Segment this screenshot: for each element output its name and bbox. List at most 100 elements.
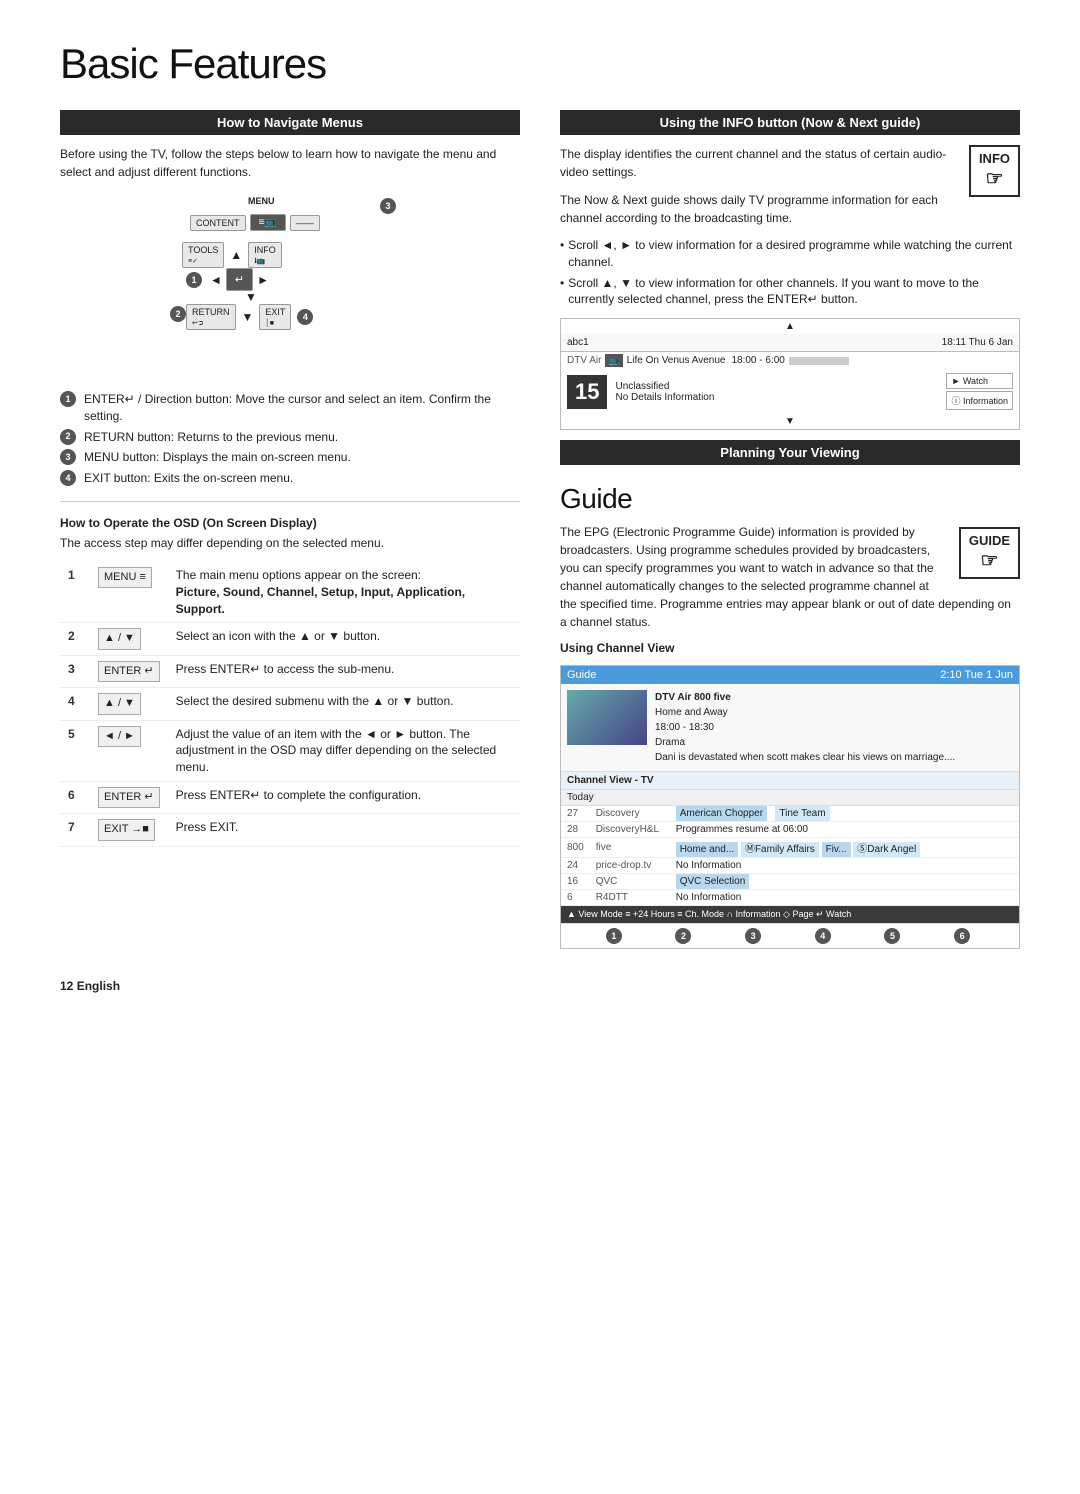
guide-para: The EPG (Electronic Programme Guide) inf… bbox=[560, 523, 1020, 631]
ch-prog-27-2: Tine Team bbox=[775, 806, 829, 821]
ch-prog-800-2: ⓂFamily Affairs bbox=[741, 842, 819, 857]
guide-preview-image bbox=[567, 690, 647, 745]
progress-bar bbox=[789, 357, 849, 365]
watch-btn[interactable]: ► Watch bbox=[946, 373, 1013, 389]
nav-section: How to Navigate Menus Before using the T… bbox=[60, 110, 520, 487]
return-btn: RETURN↩➲ bbox=[186, 304, 236, 330]
programme-name: Life On Venus Avenue bbox=[627, 355, 726, 366]
using-channel-view-label: Using Channel View bbox=[560, 641, 1020, 655]
ch-name: abc1 bbox=[567, 337, 589, 348]
info-bullet-2: • Scroll ▲, ▼ to view information for ot… bbox=[560, 275, 1020, 309]
guide-title: Guide bbox=[560, 483, 1020, 515]
ch-prog-800: Home and... ⓂFamily Affairs Fiv... ⓈDark… bbox=[670, 838, 1019, 858]
menu-label: MENU bbox=[248, 196, 275, 206]
info-bullets: • Scroll ◄, ► to view information for a … bbox=[560, 237, 1020, 308]
guide-callout-1: 1 bbox=[606, 928, 622, 944]
callout-num-3: 3 bbox=[60, 449, 76, 465]
guide-callout-4: 4 bbox=[815, 928, 831, 944]
ch-prog-800-1: Home and... bbox=[676, 842, 738, 857]
ch-prog-6: No Information bbox=[670, 890, 1019, 906]
planning-section: Planning Your Viewing bbox=[560, 440, 1020, 465]
time-range: 18:00 - 6:00 bbox=[731, 355, 784, 366]
osd-desc-4: Select the desired submenu with the ▲ or… bbox=[168, 688, 520, 720]
bullet-dot-1: • bbox=[560, 237, 564, 254]
dpad-down: ▼ bbox=[245, 290, 257, 304]
ch-num-28: 28 bbox=[561, 822, 590, 838]
callout-4: 4 bbox=[297, 309, 313, 325]
osd-desc-3: Press ENTER↵ to access the sub-menu. bbox=[168, 655, 520, 687]
dtv-air-label: DTV Air bbox=[567, 355, 601, 366]
ch-up-arrow: ▲ bbox=[561, 319, 1019, 334]
ch-prog-28-1: Programmes resume at 06:00 bbox=[676, 824, 808, 835]
ch-num-27: 27 bbox=[561, 806, 590, 822]
preview-channel: DTV Air 800 five bbox=[655, 690, 955, 705]
right-column: Using the INFO button (Now & Next guide)… bbox=[560, 110, 1020, 949]
channel-info-box: ▲ abc1 18:11 Thu 6 Jan DTV Air 📺 Life On… bbox=[560, 318, 1020, 430]
osd-desc-1: The main menu options appear on the scre… bbox=[168, 562, 520, 623]
osd-num-1: 1 bbox=[60, 562, 90, 623]
osd-row-1: 1 MENU ≡ The main menu options appear on… bbox=[60, 562, 520, 623]
callout-num-2: 2 bbox=[60, 429, 76, 445]
ch-prog-27: American Chopper Tine Team bbox=[670, 806, 1019, 822]
remote-dpad-row: 1 ◄ ↵ ► bbox=[186, 268, 269, 291]
osd-row-4: 4 ▲ / ▼ Select the desired submenu with … bbox=[60, 688, 520, 720]
callout-num-1: 1 bbox=[60, 391, 76, 407]
callout-3: 3 bbox=[380, 198, 400, 214]
guide-ch-row-16: 16 QVC QVC Selection bbox=[561, 874, 1019, 890]
guide-ch-row-28: 28 DiscoveryH&L Programmes resume at 06:… bbox=[561, 822, 1019, 838]
guide-channel-list: 27 Discovery American Chopper Tine Team … bbox=[561, 806, 1019, 906]
osd-key-3: ENTER ↵ bbox=[90, 655, 168, 687]
guide-footer-text: ▲ View Mode ≡ +24 Hours ≡ Ch. Mode ∩ Inf… bbox=[567, 909, 851, 920]
ch-down-arrow: ▼ bbox=[561, 414, 1019, 429]
guide-header-left: Guide bbox=[567, 669, 596, 681]
osd-title: How to Operate the OSD (On Screen Displa… bbox=[60, 516, 520, 530]
bullet-1-text: ENTER↵ / Direction button: Move the curs… bbox=[84, 391, 520, 425]
info-finger-icon: ☞ bbox=[979, 166, 1010, 191]
info-section-header: Using the INFO button (Now & Next guide) bbox=[560, 110, 1020, 135]
unclassified-label: Unclassified bbox=[615, 381, 942, 392]
bullet-3-text: MENU button: Displays the main on-screen… bbox=[84, 449, 351, 466]
channel-row-inner: DTV Air 📺 Life On Venus Avenue 18:00 - 6… bbox=[567, 354, 1013, 367]
guide-icon-label: GUIDE bbox=[969, 533, 1010, 548]
info-bullet-2-text: Scroll ▲, ▼ to view information for othe… bbox=[568, 275, 1020, 309]
guide-table-header: Guide 2:10 Tue 1 Jun bbox=[561, 666, 1019, 684]
right-arrow: ► bbox=[257, 273, 269, 287]
info-bullet-1-text: Scroll ◄, ► to view information for a de… bbox=[568, 237, 1020, 271]
guide-section: Guide GUIDE ☞ The EPG (Electronic Progra… bbox=[560, 483, 1020, 949]
osd-subtitle: The access step may differ depending on … bbox=[60, 534, 520, 552]
guide-ch-row-27: 27 Discovery American Chopper Tine Team bbox=[561, 806, 1019, 822]
channel-num-big: 15 bbox=[567, 375, 607, 409]
ch-prog-16: QVC Selection bbox=[670, 874, 1019, 890]
ch-name-28: DiscoveryH&L bbox=[590, 822, 670, 838]
ch-num-6: 6 bbox=[561, 890, 590, 906]
guide-footer: ▲ View Mode ≡ +24 Hours ≡ Ch. Mode ∩ Inf… bbox=[561, 906, 1019, 923]
osd-row-6: 6 ENTER ↵ Press ENTER↵ to complete the c… bbox=[60, 781, 520, 813]
guide-preview: DTV Air 800 five Home and Away 18:00 - 1… bbox=[561, 684, 1019, 772]
exit-btn-remote: EXIT│■ bbox=[259, 304, 291, 330]
ch-prog-24: No Information bbox=[670, 858, 1019, 874]
left-column: How to Navigate Menus Before using the T… bbox=[60, 110, 520, 949]
page-title: Basic Features bbox=[60, 40, 1020, 88]
ch-prog-27-1: American Chopper bbox=[676, 806, 767, 821]
osd-num-5: 5 bbox=[60, 720, 90, 781]
ch-prog-800-4: ⓈDark Angel bbox=[853, 842, 920, 857]
callout-num-4: 4 bbox=[60, 470, 76, 486]
osd-num-4: 4 bbox=[60, 688, 90, 720]
preview-time: 18:00 - 18:30 bbox=[655, 720, 955, 735]
info-btn[interactable]: ⓘ Information bbox=[946, 391, 1013, 410]
bullet-4: 4 EXIT button: Exits the on-screen menu. bbox=[60, 470, 520, 487]
bullet-4-text: EXIT button: Exits the on-screen menu. bbox=[84, 470, 293, 487]
guide-table: Guide 2:10 Tue 1 Jun DTV Air 800 five Ho… bbox=[560, 665, 1020, 949]
info-icon-box: INFO ☞ bbox=[969, 145, 1020, 197]
osd-desc-6: Press ENTER↵ to complete the configurati… bbox=[168, 781, 520, 813]
ch-name-27: Discovery bbox=[590, 806, 670, 822]
bullet-dot-2: • bbox=[560, 275, 564, 292]
channel-view-header: Channel View - TV bbox=[561, 772, 1019, 790]
info-icon-label: INFO bbox=[979, 151, 1010, 166]
osd-key-6: ENTER ↵ bbox=[90, 781, 168, 813]
preview-genre: Drama bbox=[655, 735, 955, 750]
osd-desc-5: Adjust the value of an item with the ◄ o… bbox=[168, 720, 520, 781]
nav-section-header: How to Navigate Menus bbox=[60, 110, 520, 135]
ch-prog-6-1: No Information bbox=[676, 892, 742, 903]
preview-show: Home and Away bbox=[655, 705, 955, 720]
